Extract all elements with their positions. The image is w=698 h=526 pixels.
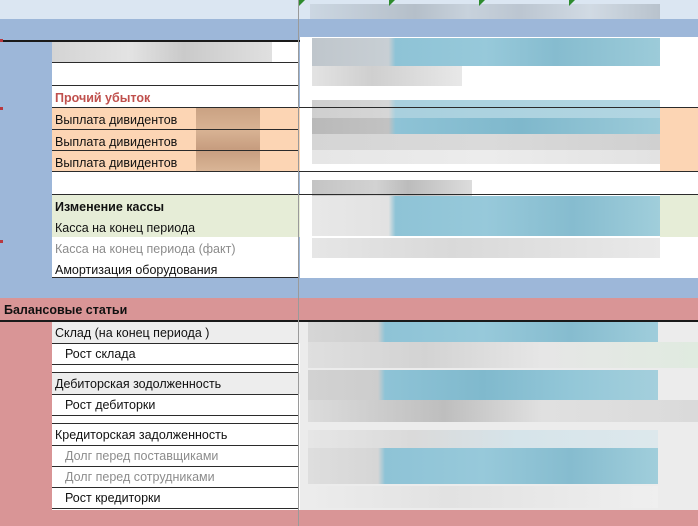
blurred-values [312, 38, 660, 66]
spreadsheet-view: Прочий убыток Выплата дивидентов Выплата… [0, 0, 698, 526]
row-border [52, 171, 698, 172]
label-cash-end-fact: Касса на конец периода (факт) [55, 242, 236, 256]
blurred-values [312, 196, 660, 236]
row-border [52, 423, 298, 424]
dividend-row-bg-right [660, 108, 698, 171]
row-marker [0, 240, 3, 243]
label-dividend-2: Выплата дивидентов [55, 135, 178, 149]
blurred-values [312, 118, 660, 134]
row-border [52, 487, 298, 488]
row-border [52, 194, 698, 195]
blurred-values [312, 238, 660, 258]
label-dividend-3: Выплата дивидентов [55, 156, 178, 170]
row-border [52, 394, 298, 395]
balance-section-title: Балансовые статьи [4, 303, 128, 317]
blurred-values [312, 150, 660, 164]
label-dividend-1: Выплата дивидентов [55, 113, 178, 127]
comment-indicator[interactable] [299, 0, 305, 6]
label-inventory-end: Склад (на конец периода ) [55, 326, 210, 340]
dividend-blurred-cell [196, 108, 260, 171]
label-debt-employees: Долг перед сотрудниками [65, 470, 215, 484]
row-marker [0, 107, 3, 110]
row-border [52, 445, 298, 446]
label-other-loss: Прочий убыток [55, 91, 151, 105]
blurred-values [308, 486, 658, 508]
blurred-values [308, 322, 658, 342]
row-border [52, 129, 298, 130]
header-blurred-cells [310, 4, 660, 19]
comment-indicator[interactable] [569, 0, 575, 6]
row-marker [0, 39, 3, 42]
row-border [52, 466, 298, 467]
row-border [52, 62, 298, 63]
row-border [52, 85, 298, 86]
label-inventory-growth: Рост склада [65, 347, 136, 361]
blurred-values [312, 66, 462, 86]
label-debt-suppliers: Долг перед поставщиками [65, 449, 219, 463]
label-cash-change: Изменение кассы [55, 200, 165, 214]
blurred-values [308, 370, 658, 400]
label-receivables: Дебиторская зодолженность [55, 377, 222, 391]
blurred-values [308, 430, 658, 448]
row-border [52, 343, 298, 344]
blurred-values [308, 400, 698, 422]
blurred-values [312, 134, 660, 150]
blurred-values [312, 100, 660, 118]
row-border [52, 364, 298, 365]
row-border [52, 277, 298, 278]
row-border [52, 415, 298, 416]
blurred-label [52, 42, 272, 62]
label-payables: Кредиторская задолженность [55, 428, 228, 442]
blurred-values [308, 342, 698, 368]
comment-indicator[interactable] [389, 0, 395, 6]
label-cash-end: Касса на конец периода [55, 221, 196, 235]
row-border [52, 150, 298, 151]
row-border [52, 107, 698, 108]
label-receivables-growth: Рост дебиторки [65, 398, 156, 412]
row-border [52, 508, 298, 509]
label-payables-growth: Рост кредиторки [65, 491, 161, 505]
row-border [52, 372, 298, 373]
column-separator [298, 0, 299, 526]
blurred-values [308, 448, 658, 484]
cash-change-row-bg-right [660, 195, 698, 237]
comment-indicator[interactable] [479, 0, 485, 6]
